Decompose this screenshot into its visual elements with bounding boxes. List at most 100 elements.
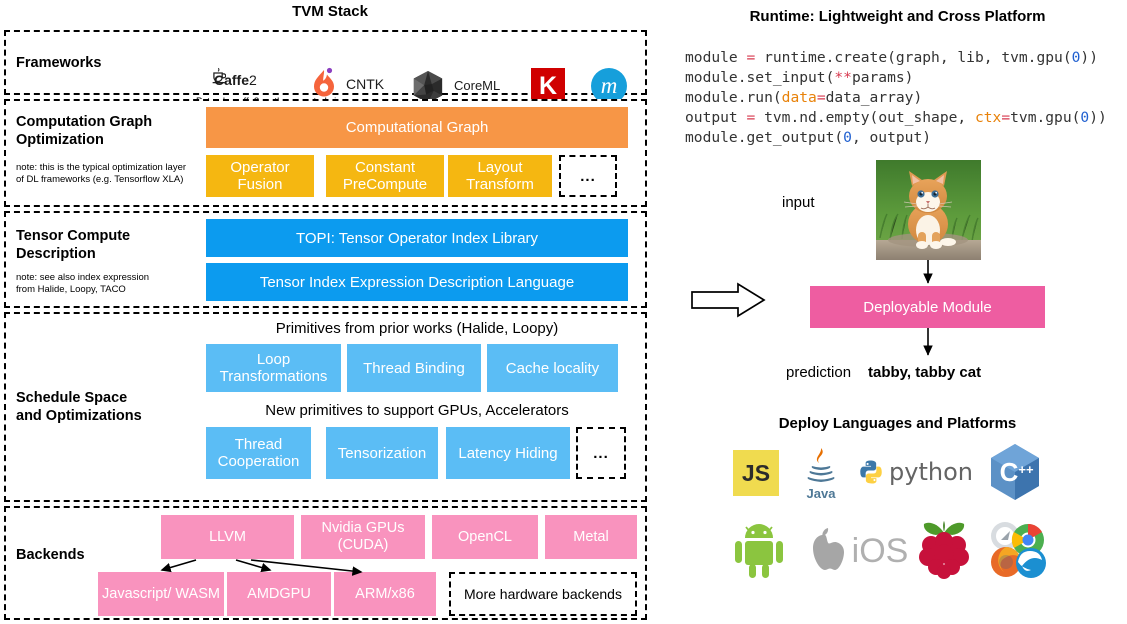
ios-label: iOS xyxy=(851,531,909,570)
box-llvm-label: LLVM xyxy=(209,528,246,545)
box-arm-x86[interactable]: ARM/x86 xyxy=(334,572,436,616)
input-image-kitten xyxy=(876,160,981,260)
python-label: python xyxy=(889,458,973,486)
input-label: input xyxy=(782,194,815,211)
box-layout-transform-label: Layout Transform xyxy=(466,159,534,193)
schedule-heading-prior-works: Primitives from prior works (Halide, Loo… xyxy=(275,320,559,337)
box-constant-precompute-label: Constant PreCompute xyxy=(342,159,428,193)
deployable-module-label: Deployable Module xyxy=(863,298,992,316)
box-loop-transformations-label: Loop Transformations xyxy=(219,351,328,385)
layer-tensor-note-line1: note: see also index expression xyxy=(16,272,150,283)
layer-graph-label-line2: Optimization xyxy=(16,132,104,148)
box-graph-ellipsis-label: ... xyxy=(580,167,596,185)
box-computational-graph-label: Computational Graph xyxy=(345,119,489,136)
cplusplus-icon: C ++ xyxy=(986,442,1044,502)
layer-backends-label: Backends xyxy=(16,547,85,563)
ios-icon: iOS xyxy=(796,525,916,577)
layer-schedule-label-line1: Schedule Space xyxy=(16,390,128,406)
python-icon: python xyxy=(858,452,973,492)
deploy-platforms-title: Deploy Languages and Platforms xyxy=(778,415,1017,432)
box-tensor-index-expression[interactable]: Tensor Index Expression Description Lang… xyxy=(206,263,628,301)
box-nvidia-gpus[interactable]: Nvidia GPUs (CUDA) xyxy=(301,515,425,559)
schedule-heading-new-primitives: New primitives to support GPUs, Accelera… xyxy=(265,402,569,419)
box-javascript-wasm[interactable]: Javascript/ WASM xyxy=(98,572,224,616)
layer-graph-label-line1: Computation Graph xyxy=(16,114,153,130)
tvm-stack-panel: TVM Stack Frameworks Caffe2 CNTK CoreML … xyxy=(0,0,660,624)
box-tensor-index-expression-label: Tensor Index Expression Description Lang… xyxy=(259,273,575,291)
box-thread-binding[interactable]: Thread Binding xyxy=(347,344,481,392)
svg-text:C: C xyxy=(1000,457,1019,487)
box-cache-locality[interactable]: Cache locality xyxy=(487,344,618,392)
layer-computation-graph-optimization: Computation Graph Optimization note: thi… xyxy=(4,99,647,207)
runtime-code-block: module = runtime.create(graph, lib, tvm.… xyxy=(685,48,1107,148)
deployable-module-box[interactable]: Deployable Module xyxy=(810,286,1045,328)
box-javascript-wasm-label: Javascript/ WASM xyxy=(102,585,220,602)
box-more-hardware-backends-label: More hardware backends xyxy=(464,585,622,602)
coreml-label: CoreML xyxy=(454,78,501,93)
box-metal[interactable]: Metal xyxy=(545,515,637,559)
box-amdgpu-label: AMDGPU xyxy=(247,585,311,602)
cntk-label: CNTK xyxy=(346,76,385,92)
box-schedule-ellipsis-label: ... xyxy=(593,444,609,462)
code-line-5: module.get_output(0, output) xyxy=(685,129,932,146)
web-browsers-icon xyxy=(986,518,1048,580)
code-line-2: module.set_input(**params) xyxy=(685,69,914,86)
box-operator-fusion-label: Operator Fusion xyxy=(230,159,290,193)
box-latency-hiding[interactable]: Latency Hiding xyxy=(446,427,570,479)
layer-graph-note-line2: of DL frameworks (e.g. Tensorflow XLA) xyxy=(16,174,184,185)
box-operator-fusion[interactable]: Operator Fusion xyxy=(206,155,314,197)
cntk-flame-icon xyxy=(314,67,334,97)
box-topi[interactable]: TOPI: Tensor Operator Index Library xyxy=(206,219,628,257)
code-line-4: output = tvm.nd.empty(out_shape, ctx=tvm… xyxy=(685,109,1107,126)
layer-frameworks-label: Frameworks xyxy=(16,55,102,71)
layer-frameworks: Frameworks Caffe2 CNTK CoreML K m xyxy=(4,30,647,107)
box-loop-transformations[interactable]: Loop Transformations xyxy=(206,344,341,392)
keras-label: K xyxy=(538,71,558,100)
box-thread-cooperation[interactable]: Thread Cooperation xyxy=(206,427,311,479)
box-opencl[interactable]: OpenCL xyxy=(432,515,538,559)
box-computational-graph[interactable]: Computational Graph xyxy=(206,107,628,148)
layer-schedule-space: Schedule Space and Optimizations Primiti… xyxy=(4,312,647,502)
box-layout-transform[interactable]: Layout Transform xyxy=(448,155,552,197)
java-label: Java xyxy=(806,485,836,501)
javascript-icon: JS xyxy=(733,450,779,496)
box-arm-x86-label: ARM/x86 xyxy=(355,585,415,602)
box-llvm[interactable]: LLVM xyxy=(161,515,294,559)
box-thread-cooperation-label: Thread Cooperation xyxy=(217,436,300,470)
caffe2-label-light: 2 xyxy=(249,72,257,88)
box-metal-label: Metal xyxy=(573,528,609,545)
layer-backends: Backends LLVM Nvidia GPUs (CUDA) OpenCL … xyxy=(4,506,647,620)
mxnet-label: m xyxy=(600,73,618,98)
raspberry-pi-icon xyxy=(913,518,975,582)
box-opencl-label: OpenCL xyxy=(457,528,512,545)
android-icon xyxy=(730,522,788,582)
caffe2-logo: Caffe2 xyxy=(214,72,257,88)
box-nvidia-gpus-label: Nvidia GPUs (CUDA) xyxy=(321,520,405,553)
box-cache-locality-label: Cache locality xyxy=(505,359,600,377)
box-topi-label: TOPI: Tensor Operator Index Library xyxy=(295,229,539,247)
box-more-hardware-backends[interactable]: More hardware backends xyxy=(449,572,637,616)
javascript-label: JS xyxy=(741,459,771,486)
code-line-3: module.run(data=data_array) xyxy=(685,89,923,106)
box-constant-precompute[interactable]: Constant PreCompute xyxy=(326,155,444,197)
layer-graph-note-line1: note: this is the typical optimization l… xyxy=(16,162,187,173)
runtime-panel: Runtime: Lightweight and Cross Platform … xyxy=(668,0,1127,624)
layer-tensor-note-line2: from Halide, Loopy, TACO xyxy=(16,284,126,295)
prediction-label: prediction xyxy=(786,364,852,381)
layer-tensor-compute-description: Tensor Compute Description note: see als… xyxy=(4,211,647,308)
svg-text:++: ++ xyxy=(1018,462,1034,477)
code-line-1: module = runtime.create(graph, lib, tvm.… xyxy=(685,49,1098,66)
box-schedule-ellipsis[interactable]: ... xyxy=(576,427,626,479)
box-tensorization[interactable]: Tensorization xyxy=(326,427,438,479)
box-tensorization-label: Tensorization xyxy=(337,444,427,462)
layer-tensor-label-line1: Tensor Compute xyxy=(16,228,131,244)
layer-schedule-label-line2: and Optimizations xyxy=(16,408,142,424)
page-title: TVM Stack xyxy=(292,3,368,20)
box-latency-hiding-label: Latency Hiding xyxy=(458,444,558,462)
box-graph-ellipsis[interactable]: ... xyxy=(559,155,617,197)
caffe2-label-bold: Caffe xyxy=(214,72,250,88)
prediction-value: tabby, tabby cat xyxy=(868,364,982,381)
box-amdgpu[interactable]: AMDGPU xyxy=(227,572,331,616)
java-icon: Java xyxy=(793,442,849,504)
layer-tensor-label-line2: Description xyxy=(16,246,96,262)
